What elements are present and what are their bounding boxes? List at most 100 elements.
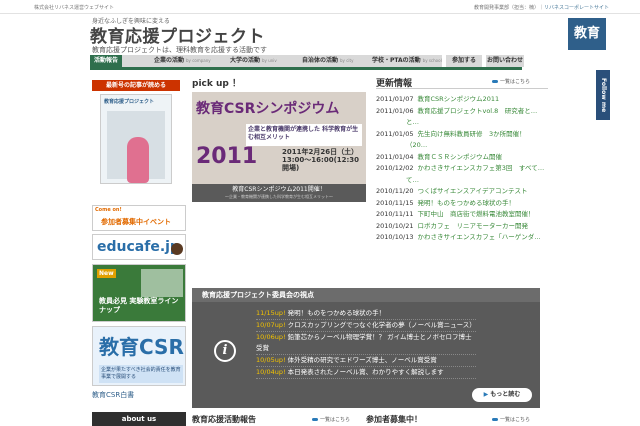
- corporate-site-link[interactable]: リバネスコーポレートサイト: [544, 5, 609, 11]
- news-item[interactable]: 2010/11/11 下町中山 商店街で燃料電池教室開催！: [376, 209, 554, 221]
- news-link[interactable]: 教育CSRシンポジウム2011: [417, 95, 499, 103]
- committee-link[interactable]: 本日発表されたノーベル賞、わかりやすく解説します: [288, 368, 444, 376]
- top-bar: 株式会社リバネス運営ウェブサイト 教育開発事業部（担当：楠）｜リバネスコーポレー…: [0, 0, 640, 14]
- nav-label: 自治体の活動: [302, 57, 339, 64]
- recruit-more-link[interactable]: 一覧はこちら: [492, 416, 530, 423]
- news-item[interactable]: 2011/01/06 教育応援プロジェクトvol.8 研究者と…: [376, 106, 554, 118]
- news-divider: [376, 88, 548, 89]
- lab-lineup-banner[interactable]: New 教員必見 実験教室ラインナップ: [92, 264, 186, 322]
- pickup-date: 2011年2月26日（土） 13:00〜16:00(12:30開場): [282, 148, 360, 172]
- news-list: 2011/01/07 教育CSRシンポジウム2011 2011/01/06 教育応援…: [376, 94, 554, 244]
- news-link[interactable]: かわさきサイエンスカフェ第3回 すべて…: [417, 164, 544, 172]
- committee-item[interactable]: 10/06up! 鉛筆芯からノーベル物理学賞！？ ガイム博士とノボセロフ博士受賞: [256, 332, 476, 355]
- news-item[interactable]: 2010/11/20 つくばサイエンスアイデアコンテスト: [376, 186, 554, 198]
- committee-link[interactable]: 発明！ものをつかめる球状の手！: [288, 309, 386, 317]
- nav-sub: by city: [340, 58, 354, 63]
- report-more-link[interactable]: 一覧はこちら: [312, 416, 350, 423]
- news-item[interactable]: 2010/10/21 ロボカフェ リニアモーターカー開発: [376, 221, 554, 233]
- csr-label: 教育CSR: [99, 335, 184, 359]
- main-nav: 活動報告 企業の活動 by company 大学の活動 by univ 自治体の活動…: [90, 55, 442, 67]
- latest-issue-button[interactable]: 最新号の記事が読める: [92, 80, 180, 91]
- news-date: 2010/10/21: [376, 221, 414, 230]
- nav-label: 大学の活動: [230, 57, 261, 64]
- news-item[interactable]: 2010/11/15 発明！ものをつかめる球状の手！: [376, 198, 554, 210]
- nav-label: 企業の活動: [154, 57, 185, 64]
- site-logo[interactable]: 教育応援プロジェクト: [90, 22, 265, 47]
- news-link[interactable]: 教育ＣＳＲシンポジウム開催: [417, 153, 502, 161]
- news-date: 2011/01/05: [376, 129, 414, 138]
- top-right-links: 教育開発事業部（担当：楠）｜リバネスコーポレートサイト: [474, 4, 609, 11]
- nav-company[interactable]: 企業の活動 by company: [154, 55, 211, 67]
- info-icon: i: [214, 340, 236, 362]
- nav-sub: by company: [186, 58, 211, 63]
- contact-button[interactable]: お問い合わせ: [486, 55, 524, 67]
- pickup-caption: 教育CSRシンポジウム2011開催！ 〜企業・教育機関が連携した科学教育が生む相…: [192, 184, 366, 202]
- pickup-theme: 企業と教育機関が連携した 科学教育が生む相互メリット: [246, 124, 362, 146]
- news-item-continued: （20…: [376, 140, 554, 152]
- committee-link[interactable]: 鉛筆芯からノーベル物理学賞！？ ガイム博士とノボセロフ博士受賞: [256, 333, 472, 352]
- lab-photo: [141, 269, 183, 297]
- news-item[interactable]: 2010/12/02 かわさきサイエンスカフェ第3回 すべて…: [376, 163, 554, 175]
- news-link-continued[interactable]: （20…: [406, 141, 427, 149]
- about-us-tab[interactable]: about us: [92, 412, 186, 426]
- committee-item[interactable]: 10/04up! 本日発表されたノーベル賞、わかりやすく解説します: [256, 367, 476, 379]
- news-link[interactable]: 下町中山 商店街で燃料電池教室開催！: [417, 210, 534, 218]
- follow-me-tab[interactable]: Follow me: [596, 70, 610, 120]
- read-more-button[interactable]: もっと読む: [472, 388, 532, 402]
- join-button[interactable]: 参加する: [446, 55, 482, 67]
- educafe-banner[interactable]: educafe.jp: [92, 234, 186, 260]
- new-badge: New: [97, 269, 116, 278]
- news-item-continued: て…: [376, 175, 554, 187]
- csr-whitepaper-link[interactable]: 教育CSR白書: [92, 390, 134, 400]
- committee-list: 11/15up! 発明！ものをつかめる球状の手！ 10/07up! クロスカップリン…: [256, 308, 476, 379]
- news-link[interactable]: つくばサイエンスアイデアコンテスト: [417, 187, 527, 195]
- committee-date: 10/06up!: [256, 333, 286, 341]
- news-item[interactable]: 2011/01/05 先生向け無料教員研修 3か所開催！: [376, 129, 554, 141]
- report-heading: 教育応援活動報告: [192, 415, 256, 424]
- news-date: 2010/11/20: [376, 187, 414, 195]
- news-more-link[interactable]: 一覧はこちら: [492, 78, 530, 85]
- committee-item[interactable]: 11/15up! 発明！ものをつかめる球状の手！: [256, 308, 476, 320]
- child-figure: [127, 137, 149, 183]
- committee-link[interactable]: クロスカップリングでつなぐ化学者の夢（ノーベル賞ニュース）: [288, 321, 476, 329]
- news-link[interactable]: かわさきサイエンスカフェ「ハーゲンダ…: [417, 233, 540, 241]
- nav-label: 学校・PTAの活動: [372, 57, 421, 64]
- emblem-logo: 教育: [568, 18, 606, 50]
- news-link[interactable]: 教育応援プロジェクトvol.8 研究者と…: [417, 107, 537, 115]
- nav-city[interactable]: 自治体の活動 by city: [302, 55, 353, 67]
- operator-text: 株式会社リバネス運営ウェブサイト: [34, 5, 115, 11]
- committee-date: 10/05up!: [256, 356, 286, 364]
- committee-link[interactable]: 体外受精の研究でエドワーズ博士、ノーベル賞受賞: [288, 356, 437, 364]
- nav-school[interactable]: 学校・PTAの活動 by school: [372, 55, 442, 67]
- pickup-banner[interactable]: 教育CSRシンポジウム 企業と教育機関が連携した 科学教育が生む相互メリット 2…: [192, 92, 366, 202]
- committee-panel: 教育応援プロジェクト委員会の視点 i 11/15up! 発明！ものをつかめる球状の…: [192, 288, 540, 408]
- event-banner[interactable]: Come on! 参加者募集中イベント: [92, 205, 186, 231]
- magazine-cover[interactable]: 教育応援プロジェクト: [100, 94, 172, 184]
- news-link[interactable]: 先生向け無料教員研修 3か所開催！: [417, 130, 525, 138]
- pickup-year: 2011: [196, 144, 258, 169]
- committee-heading: 教育応援プロジェクト委員会の視点: [192, 288, 540, 302]
- committee-date: 11/15up!: [256, 309, 286, 317]
- news-link-continued[interactable]: と…: [406, 118, 419, 126]
- news-date: 2010/11/11: [376, 210, 414, 218]
- site-description: 教育応援プロジェクトは、理科教育を応援する活動です: [92, 46, 267, 54]
- news-link[interactable]: ロボカフェ リニアモーターカー開発: [417, 222, 528, 230]
- news-item[interactable]: 2011/01/07 教育CSRシンポジウム2011: [376, 94, 554, 106]
- news-link-continued[interactable]: て…: [406, 176, 419, 184]
- committee-item[interactable]: 10/05up! 体外受精の研究でエドワーズ博士、ノーベル賞受賞: [256, 355, 476, 367]
- csr-banner[interactable]: 教育CSR 企業が果たすべき社会的責任を教育事業で展開する: [92, 326, 186, 386]
- event-label: 参加者募集中イベント: [101, 218, 171, 226]
- nav-sub: by school: [422, 58, 442, 63]
- caption-main: 教育CSRシンポジウム2011開催！: [232, 186, 326, 193]
- committee-date: 10/07up!: [256, 321, 286, 329]
- news-item[interactable]: 2011/01/04 教育ＣＳＲシンポジウム開催: [376, 152, 554, 164]
- news-item[interactable]: 2010/10/13 かわさきサイエンスカフェ「ハーゲンダ…: [376, 232, 554, 244]
- committee-item[interactable]: 10/07up! クロスカップリングでつなぐ化学者の夢（ノーベル賞ニュース）: [256, 320, 476, 332]
- pickup-heading: pick up ！: [192, 79, 241, 89]
- nav-activity-report[interactable]: 活動報告: [90, 55, 123, 67]
- news-date: 2011/01/07: [376, 95, 414, 103]
- magazine-photo: [107, 111, 165, 183]
- nav-university[interactable]: 大学の活動 by univ: [230, 55, 277, 67]
- news-link[interactable]: 発明！ものをつかめる球状の手！: [417, 199, 515, 207]
- csr-description: 企業が果たすべき社会的責任を教育事業で展開する: [99, 365, 183, 383]
